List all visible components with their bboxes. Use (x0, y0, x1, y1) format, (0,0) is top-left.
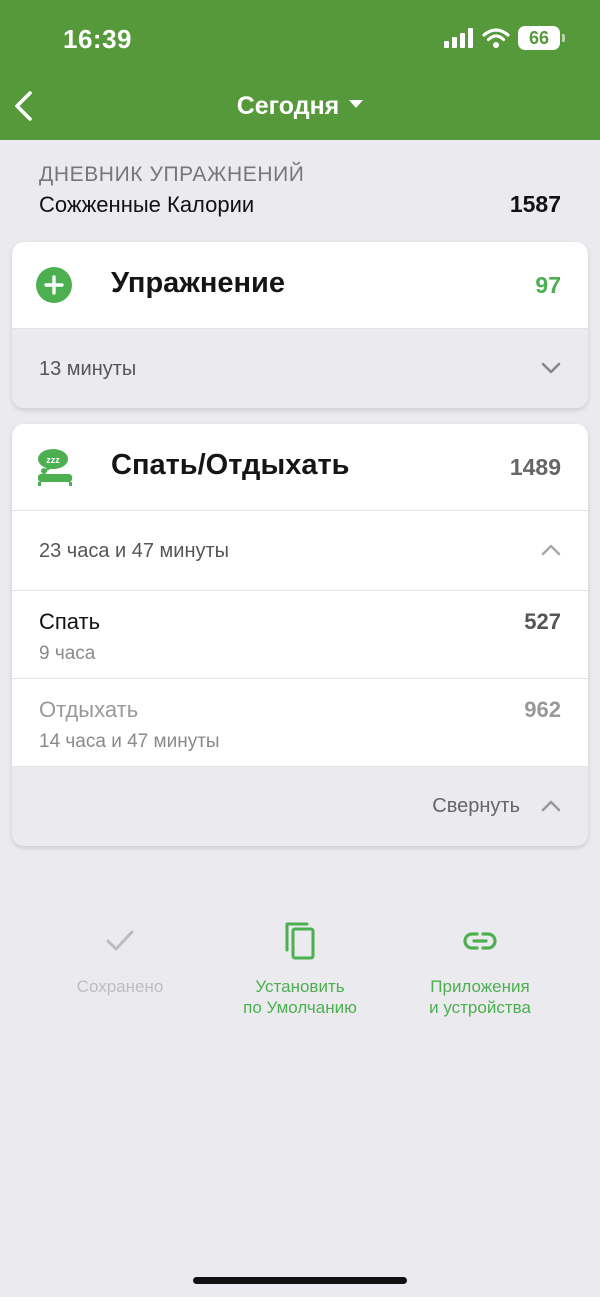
exercise-calories: 97 (535, 272, 561, 298)
sleep-rest-header[interactable]: zzz Спать/Отдыхать 1489 (12, 424, 588, 510)
cellular-signal-icon (444, 28, 473, 48)
set-default-button[interactable]: Установить по Умолчанию (210, 918, 390, 1018)
entry-name: Отдыхать (39, 697, 139, 722)
apps-devices-label-line2: и устройства (429, 998, 531, 1017)
entry-duration: 14 часа и 47 минуты (39, 731, 220, 752)
set-default-label-line1: Установить (255, 977, 345, 996)
battery-icon: 66 (518, 26, 565, 50)
apps-devices-button[interactable]: Приложения и устройства (390, 918, 570, 1018)
calories-burned-label: Сожженные Калории (39, 192, 255, 217)
date-selector-label: Сегодня (236, 92, 340, 120)
checkmark-icon (106, 930, 134, 951)
chevron-down-icon[interactable] (540, 360, 562, 376)
saved-label: Сохранено (76, 977, 164, 996)
top-bar: 16:39 66 Сегодня (0, 0, 600, 140)
status-icons: 66 (444, 26, 565, 50)
home-indicator (193, 1277, 407, 1284)
copy-icon (285, 922, 315, 960)
entry-calories: 527 (524, 609, 561, 634)
sleep-rest-duration-row[interactable]: 23 часа и 47 минуты (12, 510, 588, 590)
add-exercise-icon[interactable] (36, 267, 72, 303)
entry-calories: 962 (524, 697, 561, 722)
collapse-label: Свернуть (432, 795, 520, 817)
exercise-header[interactable]: Упражнение 97 (12, 242, 588, 328)
saved-button[interactable]: Сохранено (30, 918, 210, 997)
entry-name: Спать (39, 609, 101, 634)
caret-down-icon (349, 100, 364, 109)
rest-entry[interactable]: Отдыхать 14 часа и 47 минуты 962 (12, 678, 588, 766)
sleep-rest-calories: 1489 (509, 454, 561, 480)
section-label: ДНЕВНИК УПРАЖНЕНИЙ (39, 163, 305, 186)
sleep-entry[interactable]: Спать 9 часа 527 (12, 590, 588, 678)
exercise-duration-row[interactable]: 13 минуты (12, 328, 588, 408)
sleep-rest-title: Спать/Отдыхать (111, 449, 350, 481)
calories-burned-value: 1587 (509, 191, 561, 217)
collapse-button[interactable]: Свернуть (12, 766, 588, 846)
date-selector[interactable]: Сегодня (0, 92, 600, 121)
set-default-label-line2: по Умолчанию (243, 998, 357, 1017)
apps-devices-label-line1: Приложения (430, 977, 530, 996)
battery-level: 66 (528, 27, 550, 48)
exercise-card: Упражнение 97 13 минуты (12, 242, 588, 408)
link-icon (463, 932, 497, 950)
entry-duration: 9 часа (39, 643, 96, 664)
chevron-up-icon (541, 800, 561, 812)
status-time: 16:39 (63, 24, 132, 54)
exercise-duration: 13 минуты (39, 358, 137, 380)
sleep-rest-card: zzz Спать/Отдыхать 1489 23 часа и 47 мин… (12, 424, 588, 846)
wifi-icon (482, 28, 510, 48)
sleep-rest-duration: 23 часа и 47 минуты (39, 540, 230, 562)
actions-bar: Сохранено Установить по Умолчанию Прилож… (0, 918, 600, 1028)
chevron-up-icon[interactable] (540, 542, 562, 558)
sleep-icon: zzz (38, 449, 72, 486)
svg-text:zzz: zzz (46, 455, 60, 465)
exercise-title: Упражнение (111, 267, 285, 299)
